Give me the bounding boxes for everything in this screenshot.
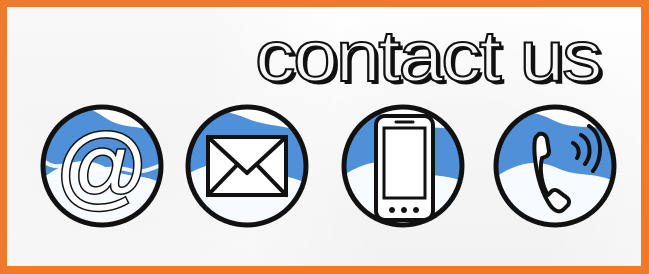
contact-icons: @ [40, 104, 617, 232]
at-symbol: @ [55, 116, 148, 218]
smartphone-icon[interactable] [341, 104, 465, 232]
phone-call-icon[interactable] [493, 104, 617, 232]
contact-banner: contact us @ [0, 0, 649, 274]
envelope-icon[interactable] [185, 104, 309, 232]
at-sign-icon[interactable]: @ [40, 104, 164, 232]
